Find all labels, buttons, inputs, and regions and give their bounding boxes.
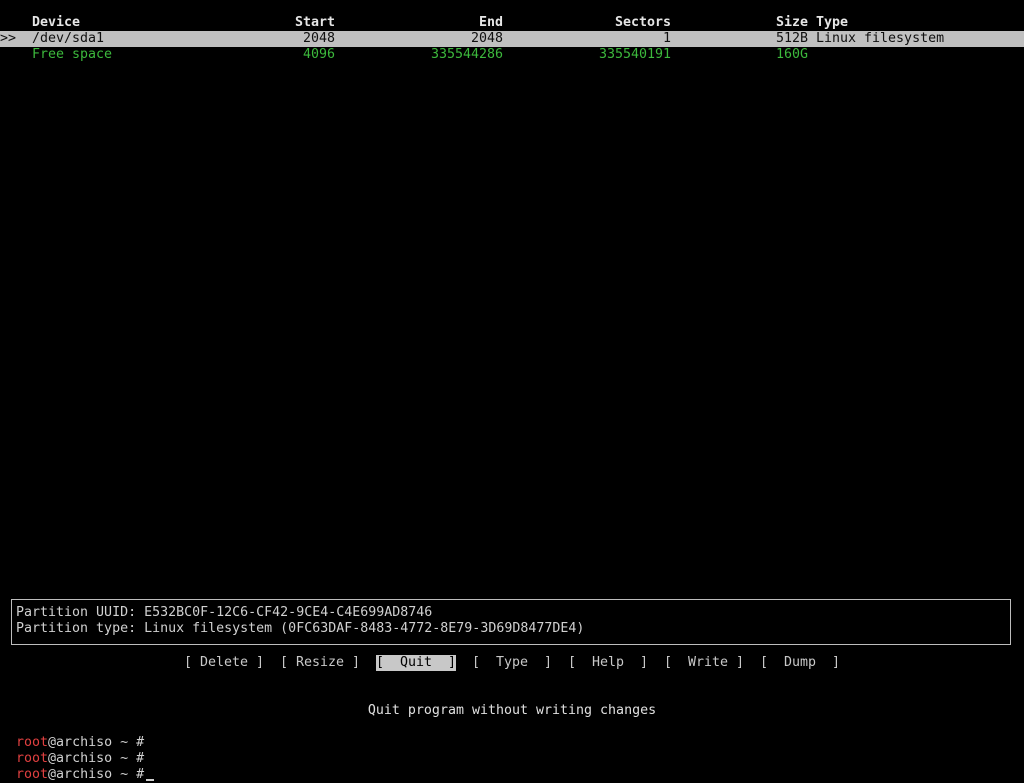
row-device: Free space	[32, 47, 113, 62]
table-row[interactable]: Free space 4096 335544286 335540191 160G	[0, 47, 1024, 63]
header-end: End	[478, 15, 503, 30]
prompt-host: @archiso ~ #	[48, 767, 145, 782]
shell-prompt: root@archiso ~ #	[0, 719, 144, 750]
shell-prompt[interactable]: root@archiso ~ #	[0, 751, 155, 782]
header-size: Size	[775, 15, 808, 30]
row-type: Linux filesystem	[816, 31, 945, 46]
header-sectors: Sectors	[614, 15, 671, 30]
partition-info-box: Partition UUID: E532BC0F-12C6-CF42-9CE4-…	[11, 599, 1011, 645]
row-size: 160G	[775, 47, 808, 62]
header-start: Start	[294, 15, 335, 30]
partition-uuid: Partition UUID: E532BC0F-12C6-CF42-9CE4-…	[16, 605, 433, 620]
prompt-user: root	[16, 767, 49, 782]
row-size: 512B	[775, 31, 808, 46]
header-device: Device	[32, 15, 81, 30]
table-header: Device Start End Sectors Size Type	[0, 15, 1024, 31]
quit-button[interactable]: [ Quit ]	[376, 655, 457, 671]
row-sectors: 1	[662, 31, 671, 46]
shell-prompt: root@archiso ~ #	[0, 735, 144, 766]
table-row[interactable]: >> /dev/sda1 2048 2048 1 512B Linux file…	[0, 31, 1024, 47]
resize-button[interactable]: [ Resize ]	[280, 655, 360, 671]
partition-type: Partition type: Linux filesystem (0FC63D…	[16, 621, 585, 636]
type-button[interactable]: [ Type ]	[472, 655, 552, 671]
selection-marker: >>	[0, 31, 17, 46]
row-end: 2048	[470, 31, 503, 46]
header-type: Type	[816, 15, 849, 30]
terminal-cursor	[146, 779, 155, 781]
action-hint: Quit program without writing changes	[367, 703, 657, 718]
delete-button[interactable]: [ Delete ]	[184, 655, 264, 671]
write-button[interactable]: [ Write ]	[664, 655, 744, 671]
row-sectors: 335540191	[598, 47, 671, 62]
row-device: /dev/sda1	[32, 31, 105, 46]
dump-button[interactable]: [ Dump ]	[760, 655, 840, 671]
row-end: 335544286	[430, 47, 503, 62]
row-start: 4096	[302, 47, 335, 62]
row-start: 2048	[302, 31, 335, 46]
help-button[interactable]: [ Help ]	[568, 655, 648, 671]
